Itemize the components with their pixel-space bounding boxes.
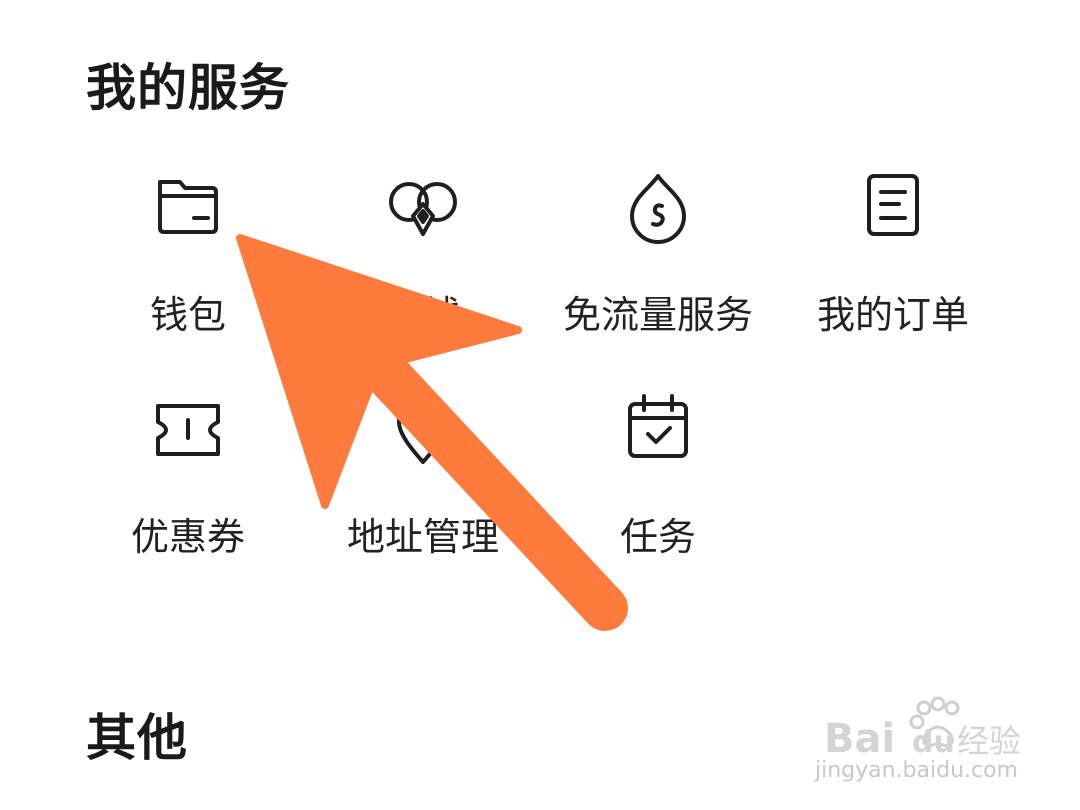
free-data-icon xyxy=(620,170,696,246)
service-label: 钱包 xyxy=(149,293,226,337)
service-label: 我的订单 xyxy=(816,293,969,337)
watermark-url: jingyan.baidu.com xyxy=(814,758,1018,783)
service-tasks[interactable]: 任务 xyxy=(548,392,768,582)
service-label: 任务 xyxy=(619,515,696,559)
order-icon xyxy=(855,170,931,246)
svg-text:Bai: Bai xyxy=(824,716,895,762)
service-label: 免流量服务 xyxy=(562,293,753,337)
wallet-icon xyxy=(150,170,226,246)
service-label: 优惠券 xyxy=(130,515,245,559)
svg-text:经验: 经验 xyxy=(957,722,1021,760)
service-coupon[interactable]: 优惠券 xyxy=(78,392,298,582)
service-loan[interactable]: 借钱 xyxy=(313,170,533,360)
service-my-orders[interactable]: 我的订单 xyxy=(783,170,1003,360)
service-label: 地址管理 xyxy=(346,515,499,559)
service-address-management[interactable]: 地址管理 xyxy=(313,392,533,582)
location-pin-icon xyxy=(385,392,461,468)
section-title-my-services: 我的服务 xyxy=(86,59,290,117)
loan-icon xyxy=(385,170,461,246)
section-title-other: 其他 xyxy=(86,709,188,767)
service-label: 借钱 xyxy=(384,293,461,337)
coupon-icon xyxy=(150,392,226,468)
task-calendar-icon xyxy=(620,392,696,468)
svg-text:du: du xyxy=(912,725,955,760)
service-wallet[interactable]: 钱包 xyxy=(78,170,298,360)
service-free-data[interactable]: 免流量服务 xyxy=(548,170,768,360)
